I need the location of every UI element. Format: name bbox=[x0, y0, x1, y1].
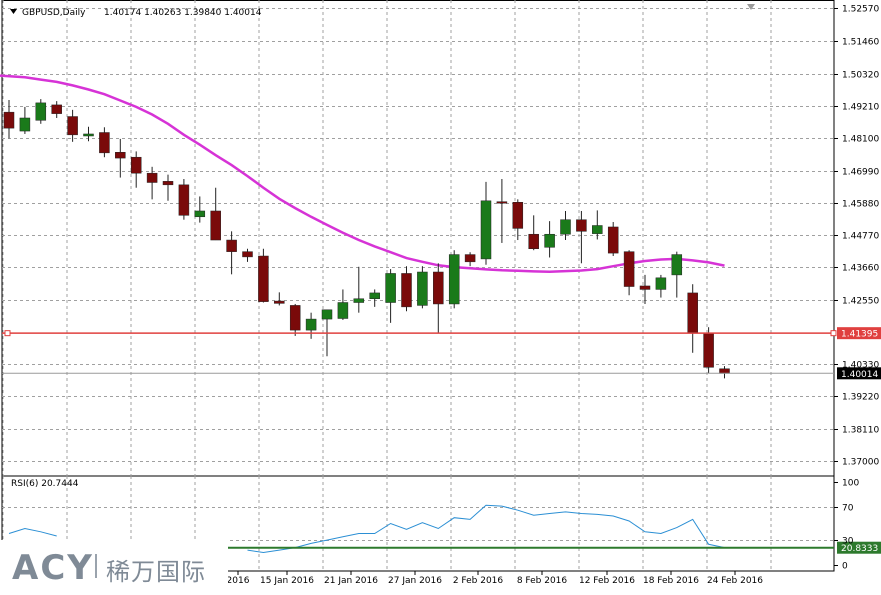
candle-body bbox=[210, 210, 221, 241]
y-tick-label: 1.49210 bbox=[842, 103, 879, 113]
candle-body bbox=[194, 210, 206, 218]
watermark-divider bbox=[95, 554, 97, 578]
y-tick-label: 1.45880 bbox=[842, 200, 879, 210]
candle-body bbox=[162, 181, 174, 186]
candle-body bbox=[687, 292, 698, 333]
rsi-tick-label: 70 bbox=[842, 504, 854, 514]
candle-body bbox=[433, 271, 444, 305]
candle-body bbox=[655, 277, 667, 290]
y-tick-label: 1.43660 bbox=[842, 264, 879, 274]
candle-body bbox=[226, 239, 237, 252]
watermark-brand: ACY bbox=[12, 548, 94, 588]
y-tick-label: 1.42550 bbox=[842, 297, 879, 307]
candle-body bbox=[369, 292, 380, 299]
watermark-logo: ACY 稀万国际 bbox=[0, 540, 228, 591]
candle-body bbox=[146, 172, 158, 183]
candle-body bbox=[544, 233, 555, 248]
candle-body bbox=[417, 271, 428, 306]
y-tick-label: 1.37000 bbox=[842, 458, 879, 468]
candle-body bbox=[274, 300, 285, 304]
candle-body bbox=[178, 184, 190, 216]
candle-body bbox=[576, 219, 587, 232]
candle-body bbox=[115, 152, 126, 159]
y-tick-label: 1.51460 bbox=[842, 38, 879, 48]
y-tick-label: 1.46990 bbox=[842, 168, 879, 178]
candle-body bbox=[528, 233, 539, 250]
x-tick-label: 2 Feb 2016 bbox=[453, 576, 504, 586]
candle-body bbox=[448, 254, 460, 305]
candle-body bbox=[83, 133, 94, 137]
x-tick-label: 15 Jan 2016 bbox=[260, 576, 314, 586]
candle-body bbox=[3, 111, 15, 129]
candle-body bbox=[480, 200, 492, 260]
candle-body bbox=[385, 273, 396, 303]
candle-body bbox=[464, 254, 476, 263]
candle-body bbox=[496, 201, 508, 204]
candle-body bbox=[337, 302, 349, 319]
x-tick-label: 21 Jan 2016 bbox=[324, 576, 378, 586]
candle bbox=[258, 248, 269, 303]
price-chart[interactable]: 1.413951.40014 20.8333 1.525701.514601.5… bbox=[0, 0, 881, 591]
candle bbox=[448, 250, 460, 309]
y-tick-label: 1.39220 bbox=[842, 393, 879, 403]
y-tick-label: 1.40330 bbox=[842, 361, 879, 371]
level-handle-left[interactable] bbox=[4, 330, 11, 337]
candle-body bbox=[289, 305, 301, 331]
candle-body bbox=[639, 285, 651, 290]
level-handle-right[interactable] bbox=[830, 330, 837, 337]
candle-body bbox=[671, 254, 683, 276]
x-tick-label: 8 Feb 2016 bbox=[517, 576, 568, 586]
candle-body bbox=[51, 104, 62, 114]
candle-body bbox=[623, 251, 635, 287]
candle-body bbox=[512, 202, 524, 229]
candle bbox=[607, 222, 619, 257]
x-tick-label: 24 Feb 2016 bbox=[707, 576, 763, 586]
candle-body bbox=[719, 368, 730, 374]
rsi-tick-label: 100 bbox=[842, 479, 859, 489]
candle-body bbox=[560, 219, 571, 235]
x-tick-label: 27 Jan 2016 bbox=[388, 576, 442, 586]
rsi-caption: RSI(6) 20.7444 bbox=[11, 479, 79, 489]
candle-body bbox=[305, 318, 317, 331]
rsi-tick-label: 0 bbox=[842, 562, 848, 572]
chart-window: 1.41395 1.40014 20.8333 1.52570 1.51460 1.5… bbox=[0, 0, 881, 591]
y-tick-label: 1.50320 bbox=[842, 71, 879, 81]
candle bbox=[178, 179, 190, 220]
x-tick-label: 2016 bbox=[227, 576, 250, 586]
candle-body bbox=[703, 333, 714, 368]
y-tick-label: 1.52570 bbox=[842, 5, 879, 15]
candle-body bbox=[35, 102, 47, 121]
candle bbox=[35, 99, 47, 124]
candle-body bbox=[99, 132, 110, 154]
y-tick-label: 1.38110 bbox=[842, 426, 879, 436]
ohlc-caption: 1.40174 1.40263 1.39840 1.40014 bbox=[104, 8, 262, 18]
candle-body bbox=[401, 273, 412, 308]
candle-body bbox=[321, 309, 333, 320]
watermark-name: 稀万国际 bbox=[106, 558, 206, 586]
current-price-label: 1.40014 bbox=[841, 370, 878, 380]
candle-body bbox=[242, 251, 253, 258]
y-tick-label: 1.48100 bbox=[842, 135, 879, 145]
symbol-caption: GBPUSD,Daily bbox=[22, 8, 86, 18]
candle-body bbox=[67, 116, 78, 136]
candle-body bbox=[258, 255, 269, 302]
candle-body bbox=[353, 298, 365, 303]
y-tick-label: 1.44770 bbox=[842, 232, 879, 242]
candle bbox=[703, 327, 714, 374]
candle-body bbox=[19, 117, 31, 132]
x-tick-label: 18 Feb 2016 bbox=[643, 576, 699, 586]
candle-body bbox=[130, 156, 142, 174]
level-price-label: 1.41395 bbox=[841, 330, 878, 340]
candle-body bbox=[607, 226, 619, 254]
rsi-tick-label: 30 bbox=[842, 537, 854, 547]
candle bbox=[417, 266, 428, 309]
x-tick-label: 12 Feb 2016 bbox=[579, 576, 635, 586]
candle-body bbox=[592, 225, 603, 234]
